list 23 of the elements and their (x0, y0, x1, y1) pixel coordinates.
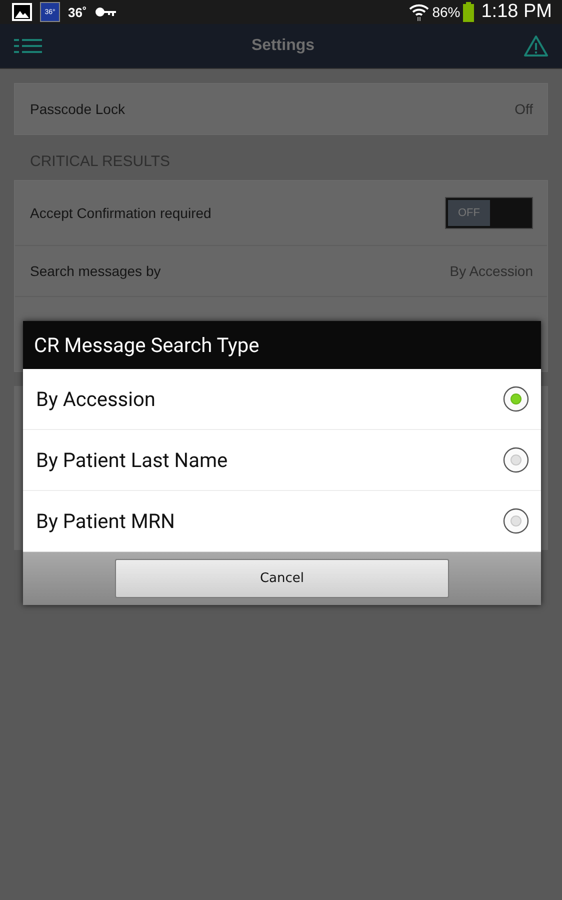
radio-button[interactable] (503, 386, 529, 412)
setting-label: Accept Confirmation required (30, 205, 212, 221)
option-item[interactable]: By Patient MRN (23, 491, 541, 552)
wifi-icon (409, 3, 430, 21)
setting-value: By Accession (450, 263, 533, 279)
option-item[interactable]: By Patient Last Name (23, 430, 541, 491)
cancel-button[interactable]: Cancel (115, 559, 449, 598)
battery-percent: 86% (432, 4, 460, 20)
setting-value: Off (514, 101, 533, 117)
radio-button[interactable] (503, 447, 529, 473)
clock: 1:18 PM (481, 1, 552, 23)
dialog-title: CR Message Search Type (23, 321, 541, 369)
radio-button[interactable] (503, 508, 529, 534)
setting-label: Passcode Lock (30, 101, 125, 117)
setting-label: Search messages by (30, 263, 161, 279)
temperature: 36˚ (68, 4, 87, 20)
option-item[interactable]: By Accession (23, 369, 541, 430)
screen-title: Settings (251, 37, 315, 55)
picture-icon (12, 3, 32, 21)
warning-icon[interactable] (524, 35, 548, 57)
key-icon (94, 6, 117, 18)
battery-icon (463, 2, 474, 22)
menu-icon[interactable] (14, 38, 42, 54)
